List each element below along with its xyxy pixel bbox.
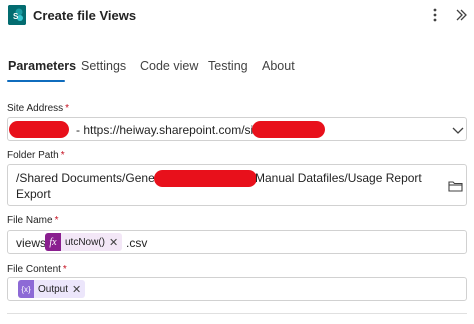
file-name-prefix: views <box>16 236 47 250</box>
file-name-label: File Name * <box>7 215 59 226</box>
output-dynamic-token[interactable]: {x} Output ✕ <box>18 280 86 298</box>
collapse-icon[interactable] <box>454 6 468 24</box>
tab-parameters[interactable]: Parameters <box>8 59 76 73</box>
redaction-mark <box>252 121 325 138</box>
action-title: Create file Views <box>33 8 137 23</box>
folder-icon[interactable] <box>448 179 463 192</box>
folder-path-input[interactable]: /Shared Documents/General Manual Datafil… <box>7 164 467 206</box>
utcnow-expression-token[interactable]: fx utcNow() ✕ <box>45 233 123 251</box>
redaction-mark <box>9 121 69 138</box>
tab-settings[interactable]: Settings <box>81 59 126 73</box>
folder-path-line2: Export <box>16 187 51 201</box>
file-name-input[interactable]: views fx utcNow() ✕ .csv <box>7 230 467 254</box>
file-content-input[interactable]: {x} Output ✕ <box>7 277 467 301</box>
svg-text:S: S <box>13 12 19 21</box>
remove-token-icon[interactable]: ✕ <box>109 236 122 249</box>
variable-icon: {x} <box>18 280 34 298</box>
folder-path-label: Folder Path * <box>7 150 65 161</box>
file-name-suffix: .csv <box>126 236 148 250</box>
active-tab-indicator <box>7 80 65 82</box>
file-content-label: File Content * <box>7 264 67 275</box>
site-address-dropdown[interactable]: - https://heiway.sharepoint.com/sites/ <box>7 117 467 141</box>
token-label: Output <box>38 283 69 295</box>
site-address-label: Site Address * <box>7 103 70 114</box>
action-header: S Create file Views <box>0 0 474 32</box>
sharepoint-icon: S <box>8 5 26 25</box>
tab-testing[interactable]: Testing <box>208 59 248 73</box>
token-label: utcNow() <box>65 236 106 248</box>
folder-path-line1-start: /Shared Documents/General <box>16 171 169 185</box>
tab-about[interactable]: About <box>262 59 295 73</box>
remove-token-icon[interactable]: ✕ <box>72 283 85 296</box>
redaction-mark <box>154 170 257 187</box>
divider <box>7 313 467 314</box>
function-icon: fx <box>45 233 61 251</box>
site-address-value: - https://heiway.sharepoint.com/sites/ <box>76 123 273 137</box>
chevron-down-icon[interactable] <box>451 124 465 136</box>
folder-path-line1-end: Manual Datafiles/Usage Report <box>255 171 422 185</box>
tab-bar: Parameters Settings Code view Testing Ab… <box>0 52 474 84</box>
tab-code-view[interactable]: Code view <box>140 59 198 73</box>
more-vertical-icon[interactable] <box>430 6 440 24</box>
